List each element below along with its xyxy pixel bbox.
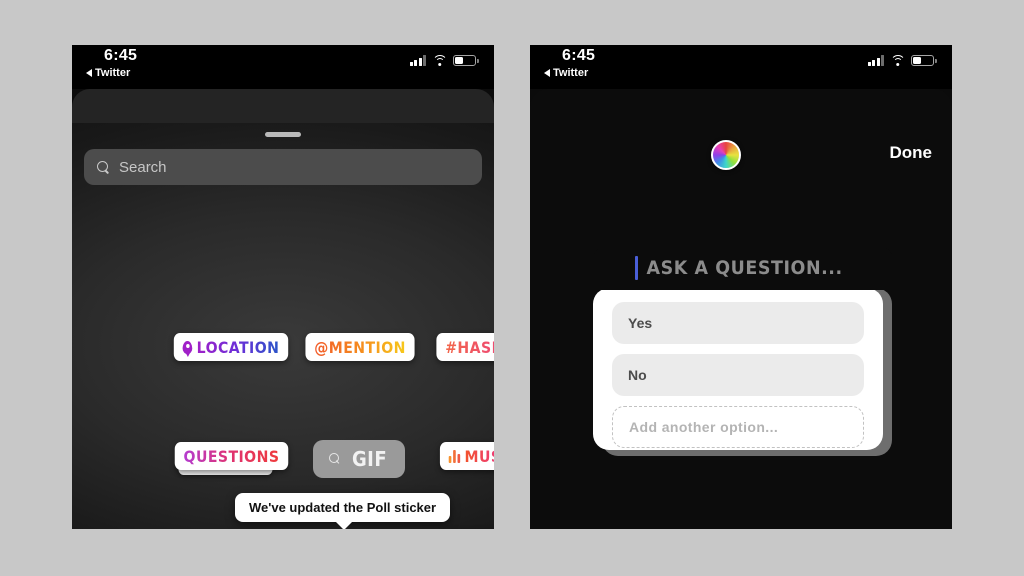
back-arrow-icon xyxy=(544,69,550,77)
wifi-icon xyxy=(890,55,905,66)
status-time: 6:45 xyxy=(104,47,138,64)
sticker-gif-label: GIF xyxy=(351,447,388,471)
status-icons xyxy=(409,55,479,66)
text-cursor xyxy=(634,256,638,280)
back-to-twitter-link[interactable]: Twitter xyxy=(544,67,588,79)
sticker-location-label: LOCATION xyxy=(196,337,280,357)
sticker-tray: Search LOCATION @MENTION #HASHTAG QUESTI… xyxy=(72,89,494,529)
status-bar-left: 6:45 Twitter xyxy=(72,45,494,89)
sticker-hashtag-label: #HASHTAG xyxy=(445,338,494,357)
poll-composer: ASK A QUESTION... Yes No Add another opt… xyxy=(593,246,893,456)
back-to-twitter-link[interactable]: Twitter xyxy=(86,67,130,79)
search-input[interactable]: Search xyxy=(84,149,482,185)
poll-add-option-label: Add another option... xyxy=(629,419,779,435)
search-placeholder: Search xyxy=(119,158,167,176)
sticker-location[interactable]: LOCATION xyxy=(173,333,289,361)
search-icon xyxy=(97,160,110,174)
sticker-questions-label: QUESTIONS xyxy=(183,446,280,466)
signal-icon xyxy=(409,55,426,66)
poll-question-input[interactable]: ASK A QUESTION... xyxy=(593,246,893,290)
poll-question-placeholder: ASK A QUESTION... xyxy=(646,257,843,279)
done-button[interactable]: Done xyxy=(890,143,933,163)
sticker-gif[interactable]: GIF xyxy=(313,440,406,478)
battery-icon xyxy=(911,55,937,66)
poll-option-no[interactable]: No xyxy=(612,354,864,396)
back-label: Twitter xyxy=(95,67,131,79)
sticker-mention-label: @MENTION xyxy=(314,337,406,357)
back-label: Twitter xyxy=(553,67,589,79)
sticker-questions[interactable]: QUESTIONS xyxy=(174,442,289,470)
sticker-music[interactable]: MUSIC xyxy=(439,442,494,470)
tooltip-text: We've updated the Poll sticker xyxy=(249,500,437,515)
poll-option-no-label: No xyxy=(628,367,647,383)
right-phone-screen: 6:45 Twitter Done ASK A QUESTION... Yes … xyxy=(530,45,952,529)
status-icons xyxy=(867,55,937,66)
equalizer-icon xyxy=(448,449,461,463)
sticker-music-label: MUSIC xyxy=(465,447,494,466)
status-time: 6:45 xyxy=(562,47,596,64)
battery-icon xyxy=(453,55,479,66)
left-phone-screen: 6:45 Twitter Search LOCATION @MENTION #H… xyxy=(72,45,494,529)
search-icon xyxy=(329,453,341,465)
screenshot-stage: 6:45 Twitter Search LOCATION @MENTION #H… xyxy=(0,0,1024,576)
wifi-icon xyxy=(432,55,447,66)
story-canvas: Done ASK A QUESTION... Yes No Add anothe… xyxy=(530,89,952,529)
location-pin-icon xyxy=(182,340,193,357)
sticker-mention[interactable]: @MENTION xyxy=(305,333,415,361)
poll-options-card: Yes No Add another option... xyxy=(593,288,883,450)
tray-top-strip xyxy=(72,89,494,123)
status-bar-right: 6:45 Twitter xyxy=(530,45,952,89)
poll-update-tooltip: We've updated the Poll sticker xyxy=(235,493,451,529)
poll-add-option[interactable]: Add another option... xyxy=(612,406,864,448)
poll-option-yes-label: Yes xyxy=(628,315,653,331)
signal-icon xyxy=(867,55,884,66)
poll-option-yes[interactable]: Yes xyxy=(612,302,864,344)
back-arrow-icon xyxy=(86,69,92,77)
drag-grabber[interactable] xyxy=(265,132,301,137)
color-wheel-icon[interactable] xyxy=(711,140,741,170)
sticker-hashtag[interactable]: #HASHTAG xyxy=(436,333,494,361)
